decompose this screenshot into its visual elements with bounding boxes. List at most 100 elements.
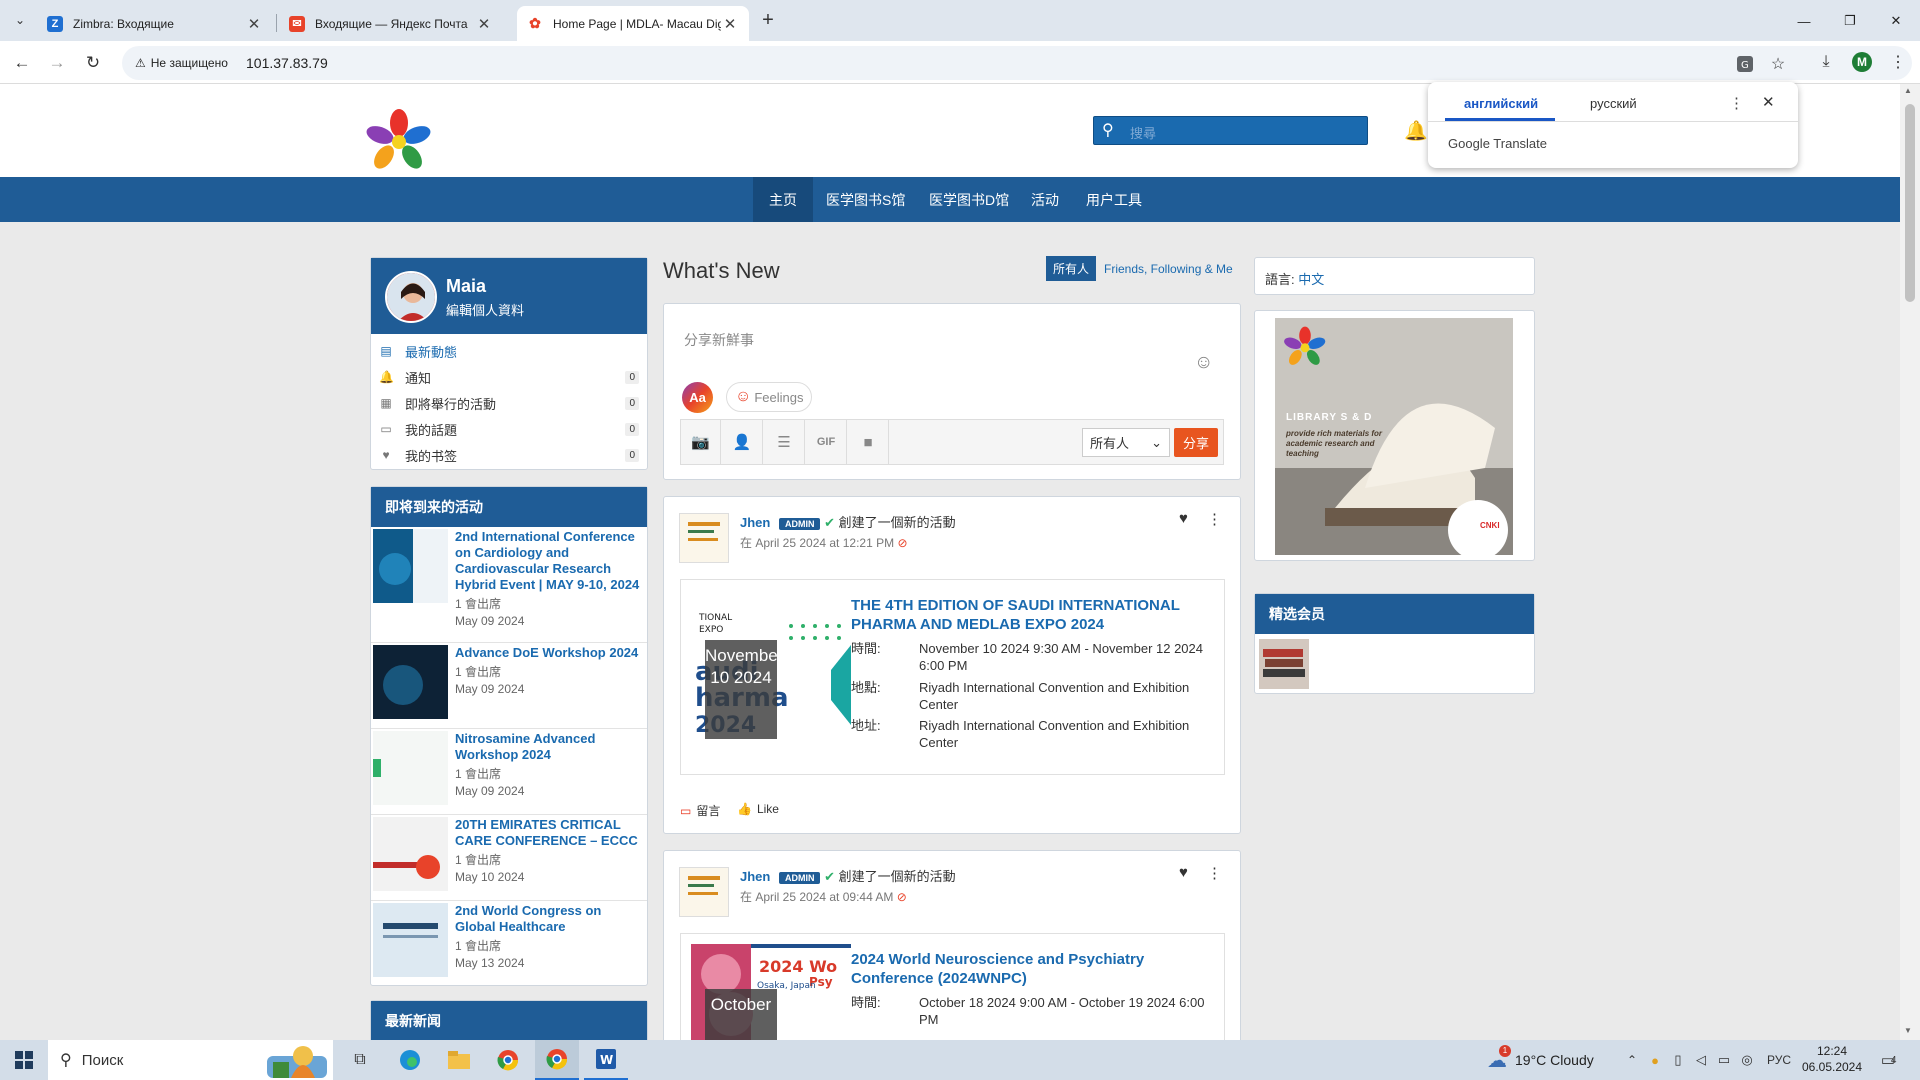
comment-button[interactable]: ▭ 留言 bbox=[680, 802, 720, 819]
post-author[interactable]: Jhen bbox=[740, 869, 770, 884]
more-options-icon[interactable]: ⋮ bbox=[1729, 94, 1744, 112]
list-icon[interactable]: ☰ bbox=[764, 420, 805, 464]
profile-avatar[interactable]: M bbox=[1851, 51, 1873, 73]
scrollbar-thumb[interactable] bbox=[1905, 104, 1915, 302]
event-title[interactable]: 2nd International Conference on Cardiolo… bbox=[455, 529, 644, 593]
post-avatar[interactable] bbox=[679, 867, 729, 917]
wifi-icon[interactable]: ◎ bbox=[1737, 1040, 1757, 1080]
taskbar-search-box[interactable]: ⚲ Поиск bbox=[48, 1040, 333, 1080]
edit-profile-link[interactable]: 編輯個人資料 bbox=[446, 300, 524, 319]
close-tab-icon[interactable]: ✕ bbox=[721, 15, 739, 33]
menu-my-bookmarks[interactable]: ♥ 我的书签 0 bbox=[371, 442, 647, 468]
share-button[interactable]: 分享 bbox=[1174, 428, 1218, 457]
gif-icon[interactable]: GIF bbox=[806, 420, 847, 464]
more-options-icon[interactable]: ⋮ bbox=[1207, 510, 1222, 528]
translate-source-lang[interactable]: английский bbox=[1464, 96, 1538, 111]
close-popup-icon[interactable]: ✕ bbox=[1762, 93, 1775, 111]
edge-icon[interactable] bbox=[388, 1040, 432, 1080]
post-avatar[interactable] bbox=[679, 513, 729, 563]
like-button[interactable]: 👍 Like bbox=[737, 802, 779, 816]
like-heart-icon[interactable]: ♥ bbox=[1179, 864, 1188, 881]
translate-target-lang[interactable]: русский bbox=[1590, 96, 1637, 111]
notification-center-icon[interactable]: ▭ 4 bbox=[1868, 1040, 1908, 1080]
event-title[interactable]: 20TH EMIRATES CRITICAL CARE CONFERENCE –… bbox=[455, 817, 644, 849]
bookmark-star-icon[interactable]: ☆ bbox=[1767, 53, 1789, 75]
nav-home[interactable]: 主页 bbox=[753, 177, 813, 222]
tab-search-chevron-icon[interactable]: ⌄ bbox=[8, 8, 32, 32]
browser-tab-mdla[interactable]: ✿ Home Page | MDLA- Macau Digital Librar… bbox=[517, 6, 749, 41]
list-item[interactable]: 20TH EMIRATES CRITICAL CARE CONFERENCE –… bbox=[371, 815, 647, 901]
more-options-icon[interactable]: ⋮ bbox=[1207, 864, 1222, 882]
event-title[interactable]: Nitrosamine Advanced Workshop 2024 bbox=[455, 731, 644, 763]
menu-latest-feed[interactable]: ▤ 最新動態 bbox=[371, 338, 647, 364]
browser-menu-icon[interactable]: ⋮ bbox=[1887, 51, 1909, 73]
menu-my-topics[interactable]: ▭ 我的話題 0 bbox=[371, 416, 647, 442]
event-title[interactable]: 2024 World Neuroscience and Psychiatry C… bbox=[851, 950, 1191, 988]
post-time[interactable]: 在 April 25 2024 at 09:44 AM bbox=[740, 890, 893, 904]
back-icon[interactable]: ← bbox=[10, 51, 34, 75]
reload-icon[interactable]: ↻ bbox=[81, 51, 105, 75]
close-tab-icon[interactable]: ✕ bbox=[475, 15, 493, 33]
event-title[interactable]: Advance DoE Workshop 2024 bbox=[455, 645, 644, 661]
list-item[interactable]: 2nd International Conference on Cardiolo… bbox=[371, 527, 647, 643]
like-heart-icon[interactable]: ♥ bbox=[1179, 510, 1188, 527]
weather-widget[interactable]: ☁ 1 19°C Cloudy bbox=[1487, 1040, 1594, 1080]
post-author[interactable]: Jhen bbox=[740, 515, 770, 530]
site-search-input[interactable]: ⚲ 搜尋 bbox=[1093, 116, 1368, 145]
network-icon[interactable]: ▭ bbox=[1714, 1040, 1734, 1080]
composer-input[interactable]: 分享新鮮事 bbox=[684, 330, 754, 350]
filter-all-button[interactable]: 所有人 bbox=[1046, 256, 1097, 281]
chrome-icon[interactable] bbox=[486, 1040, 530, 1080]
video-icon[interactable]: ■ bbox=[848, 420, 889, 464]
profile-name[interactable]: Maia bbox=[446, 276, 486, 297]
taskbar-clock[interactable]: 12:24 06.05.2024 bbox=[1798, 1043, 1866, 1075]
nav-events[interactable]: 活动 bbox=[1015, 177, 1075, 222]
list-item[interactable]: 2nd World Congress on Global Healthcare … bbox=[371, 901, 647, 987]
word-icon[interactable]: W bbox=[584, 1040, 628, 1080]
browser-tab-zimbra[interactable]: Z Zimbra: Входящие ✕ bbox=[37, 6, 273, 41]
list-item[interactable]: Advance DoE Workshop 2024 1 會出席 May 09 2… bbox=[371, 643, 647, 729]
tag-friend-icon[interactable]: 👤 bbox=[722, 420, 763, 464]
event-card[interactable]: 2024 Wo Psy Osaka, Japan October 2024 Worl… bbox=[680, 933, 1225, 1054]
event-title[interactable]: 2nd World Congress on Global Healthcare bbox=[455, 903, 644, 935]
nav-library-s[interactable]: 医学图书S馆 bbox=[810, 177, 921, 222]
file-explorer-icon[interactable] bbox=[437, 1040, 481, 1080]
translate-icon[interactable]: G bbox=[1734, 53, 1756, 75]
url-text[interactable]: 101.37.83.79 bbox=[246, 55, 328, 71]
nav-user-tools[interactable]: 用户工具 bbox=[1070, 177, 1158, 222]
download-icon[interactable]: ⤓ bbox=[1815, 51, 1837, 73]
list-item[interactable]: Nitrosamine Advanced Workshop 2024 1 會出席… bbox=[371, 729, 647, 815]
restore-icon[interactable]: ❐ bbox=[1827, 8, 1873, 34]
browser-tab-yandex[interactable]: ✉ Входящие — Яндекс Почта ✕ bbox=[279, 6, 503, 41]
avatar[interactable] bbox=[385, 271, 437, 323]
filter-friends-link[interactable]: Friends, Following & Me bbox=[1104, 256, 1233, 281]
security-chip[interactable]: ⚠ Не защищено bbox=[131, 52, 232, 74]
featured-member-avatar[interactable] bbox=[1259, 639, 1309, 689]
close-window-icon[interactable]: ✕ bbox=[1873, 8, 1919, 34]
post-time[interactable]: 在 April 25 2024 at 12:21 PM bbox=[740, 536, 894, 550]
mdla-logo[interactable] bbox=[362, 105, 436, 175]
event-title[interactable]: THE 4TH EDITION OF SAUDI INTERNATIONAL P… bbox=[851, 596, 1191, 634]
forward-icon[interactable]: → bbox=[45, 51, 69, 75]
page-scrollbar[interactable]: ▲ ▼ bbox=[1900, 84, 1920, 1040]
emoji-icon[interactable]: ☺ bbox=[1194, 352, 1213, 374]
menu-notifications[interactable]: 🔔 通知 0 bbox=[371, 364, 647, 390]
address-bar[interactable]: ⚠ Не защищено 101.37.83.79 G ☆ bbox=[122, 46, 1912, 80]
text-style-icon[interactable]: Aa bbox=[682, 382, 713, 413]
event-card[interactable]: TIONALEXPOaudiharma2024 November 10 2024… bbox=[680, 579, 1225, 775]
battery-icon[interactable]: ▯ bbox=[1668, 1040, 1688, 1080]
windows-start-icon[interactable] bbox=[0, 1040, 48, 1080]
task-view-icon[interactable]: ⧉ bbox=[338, 1040, 382, 1080]
close-tab-icon[interactable]: ✕ bbox=[245, 15, 263, 33]
chrome-profile-icon[interactable] bbox=[535, 1040, 579, 1080]
tray-chevron-icon[interactable]: ⌃ bbox=[1622, 1040, 1642, 1080]
input-language[interactable]: РУС bbox=[1762, 1040, 1796, 1080]
tray-app-icon[interactable]: ● bbox=[1645, 1040, 1665, 1080]
volume-icon[interactable]: ◁ bbox=[1691, 1040, 1711, 1080]
feelings-button[interactable]: ☺ Feelings bbox=[726, 382, 813, 412]
minimize-icon[interactable]: — bbox=[1781, 8, 1827, 34]
camera-icon[interactable]: 📷 bbox=[681, 420, 721, 464]
notification-bell-icon[interactable]: 🔔 bbox=[1404, 119, 1428, 143]
language-link[interactable]: 中文 bbox=[1298, 272, 1324, 287]
nav-library-d[interactable]: 医学图书D馆 bbox=[913, 177, 1025, 222]
